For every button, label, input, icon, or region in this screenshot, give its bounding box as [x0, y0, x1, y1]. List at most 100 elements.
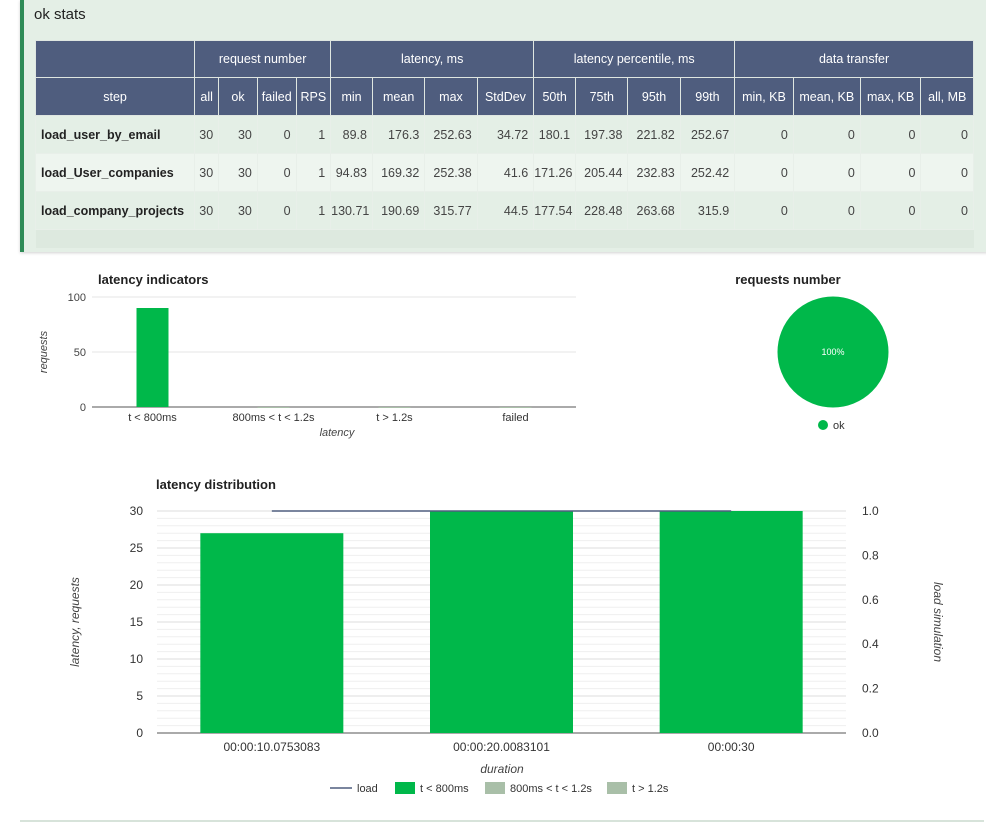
column-header-1[interactable]: all [194, 77, 220, 116]
bar-1[interactable] [257, 407, 290, 409]
table-cell: 177.54 [533, 191, 577, 230]
x-ticks: 00:00:10.0753083 00:00:20.0083101 00:00:30 [223, 740, 754, 754]
table-cell: 252.67 [679, 115, 736, 154]
column-header-9[interactable]: 50th [533, 77, 577, 116]
table-cell: 0 [256, 153, 297, 192]
table-cell: 0 [859, 191, 922, 230]
table-cell: 315.77 [424, 191, 478, 230]
table-cell: 1 [295, 115, 332, 154]
legend-label-2[interactable]: 800ms < t < 1.2s [510, 783, 592, 795]
x-axis-label: latency [320, 427, 356, 439]
x-tick-label: t < 800ms [128, 412, 177, 424]
bar-t-lt-800ms-0[interactable] [200, 533, 344, 733]
legend-label-3[interactable]: t > 1.2s [632, 783, 669, 795]
legend-swatch-3[interactable] [607, 782, 627, 794]
legend-swatch-1[interactable] [395, 782, 415, 794]
column-header-16[interactable]: all, MB [920, 77, 974, 116]
column-header-2[interactable]: ok [218, 77, 258, 116]
table-cell: 0 [734, 191, 794, 230]
table-cell: 94.83 [330, 153, 373, 192]
bar-t-lt-800ms-1[interactable] [430, 511, 573, 733]
y-tick-label: 5 [136, 689, 143, 703]
table-cell: 41.6 [476, 153, 535, 192]
table-cell: 171.26 [533, 153, 577, 192]
table-cell: 0 [256, 191, 297, 230]
y2-tick-label: 0.6 [862, 593, 879, 607]
legend-label-ok[interactable]: ok [833, 420, 845, 432]
latency-indicators-chart: latency indicators 0 50 100 t < 800ms 800ms… [38, 272, 576, 439]
column-header-4[interactable]: RPS [295, 77, 332, 116]
header-blank [34, 40, 196, 78]
column-header-14[interactable]: mean, KB [792, 77, 861, 116]
table-cell: 34.72 [476, 115, 535, 154]
y2-axis-label: load simulation [931, 582, 945, 662]
y-tick-label: 25 [130, 541, 144, 555]
bottom-divider [20, 820, 984, 822]
table-cell: 228.48 [575, 191, 629, 230]
column-header-13[interactable]: min, KB [734, 77, 794, 116]
y2-tick-label: 0.2 [862, 682, 879, 696]
legend[interactable]: ok [818, 420, 845, 432]
bar-t-lt-800ms-2[interactable] [659, 511, 803, 733]
table-cell: 180.1 [533, 115, 577, 154]
y2-tick-label: 1.0 [862, 504, 879, 518]
table-cell: 176.3 [371, 115, 426, 154]
table-cell: 205.44 [575, 153, 629, 192]
x-tick-label: 800ms < t < 1.2s [233, 412, 315, 424]
latency-distribution-chart: latency distribution 0 5 10 15 20 25 30 0.0 0.2… [68, 477, 945, 795]
table-row: load_User_companies 30 30 0 1 94.83 169.32 252.… [34, 153, 974, 192]
legend-swatch-ok[interactable] [818, 420, 828, 430]
column-header-3[interactable]: failed [256, 77, 297, 116]
table-cell: 263.68 [627, 191, 681, 230]
legend-label-0[interactable]: load [357, 783, 378, 795]
table-cell: 30 [218, 153, 258, 192]
table-cell: 30 [218, 115, 258, 154]
column-header-0[interactable]: step [34, 77, 196, 116]
y-tick-label: 100 [68, 292, 86, 304]
y2-tick-label: 0.8 [862, 548, 879, 562]
table-cell: 30 [194, 153, 220, 192]
table-cell: 252.63 [424, 115, 478, 154]
y-tick-label: 50 [74, 347, 86, 359]
group-header-latency-percentile: latency percentile, ms [533, 40, 736, 78]
table-cell: 0 [859, 153, 922, 192]
bar-2[interactable] [378, 407, 411, 409]
legend-swatch-2[interactable] [485, 782, 505, 794]
y-ticks-right: 0.0 0.2 0.4 0.6 0.8 1.0 [862, 504, 879, 740]
y-axis-label: latency, requests [68, 577, 82, 667]
requests-number-chart: requests number 100% ok [735, 272, 890, 432]
column-header-8[interactable]: StdDev [476, 77, 535, 116]
y-ticks: 0 50 100 [68, 292, 86, 414]
table-row: load_user_by_email 30 30 0 1 89.8 176.3 252.63 3… [34, 115, 974, 154]
chart-title: latency indicators [98, 272, 209, 287]
column-header-10[interactable]: 75th [575, 77, 629, 116]
group-header-request-number: request number [194, 40, 332, 78]
column-header-7[interactable]: max [424, 77, 478, 116]
y-tick-label: 0 [80, 402, 86, 414]
legend[interactable]: load t < 800ms 800ms < t < 1.2s t > 1.2s [330, 782, 669, 795]
table-cell: 0 [920, 153, 974, 192]
table-cell: 0 [920, 191, 974, 230]
column-header-12[interactable]: 99th [679, 77, 736, 116]
table-cell: 190.69 [371, 191, 426, 230]
stats-title: ok stats [34, 6, 86, 23]
bar-3[interactable] [499, 407, 532, 409]
chart-title: requests number [735, 272, 840, 287]
y-tick-label: 10 [130, 652, 144, 666]
column-header-6[interactable]: mean [371, 77, 426, 116]
ok-stats-card: ok stats request number latency, ms late… [20, 0, 986, 252]
column-header-row: step all ok failed RPS min mean max StdDev 50th 75… [34, 77, 974, 116]
table-cell: 252.38 [424, 153, 478, 192]
table-cell: 0 [920, 115, 974, 154]
y2-tick-label: 0.0 [862, 726, 879, 740]
step-name-cell: load_user_by_email [34, 115, 196, 154]
bar-0[interactable] [136, 308, 169, 407]
column-header-15[interactable]: max, KB [859, 77, 922, 116]
table-cell: 0 [792, 191, 861, 230]
column-header-11[interactable]: 95th [627, 77, 681, 116]
legend-label-1[interactable]: t < 800ms [420, 783, 469, 795]
stats-body: load_user_by_email 30 30 0 1 89.8 176.3 252.63 3… [34, 115, 974, 230]
pie-slice-label: 100% [821, 347, 844, 357]
column-header-5[interactable]: min [330, 77, 373, 116]
x-axis-label: duration [480, 762, 524, 776]
